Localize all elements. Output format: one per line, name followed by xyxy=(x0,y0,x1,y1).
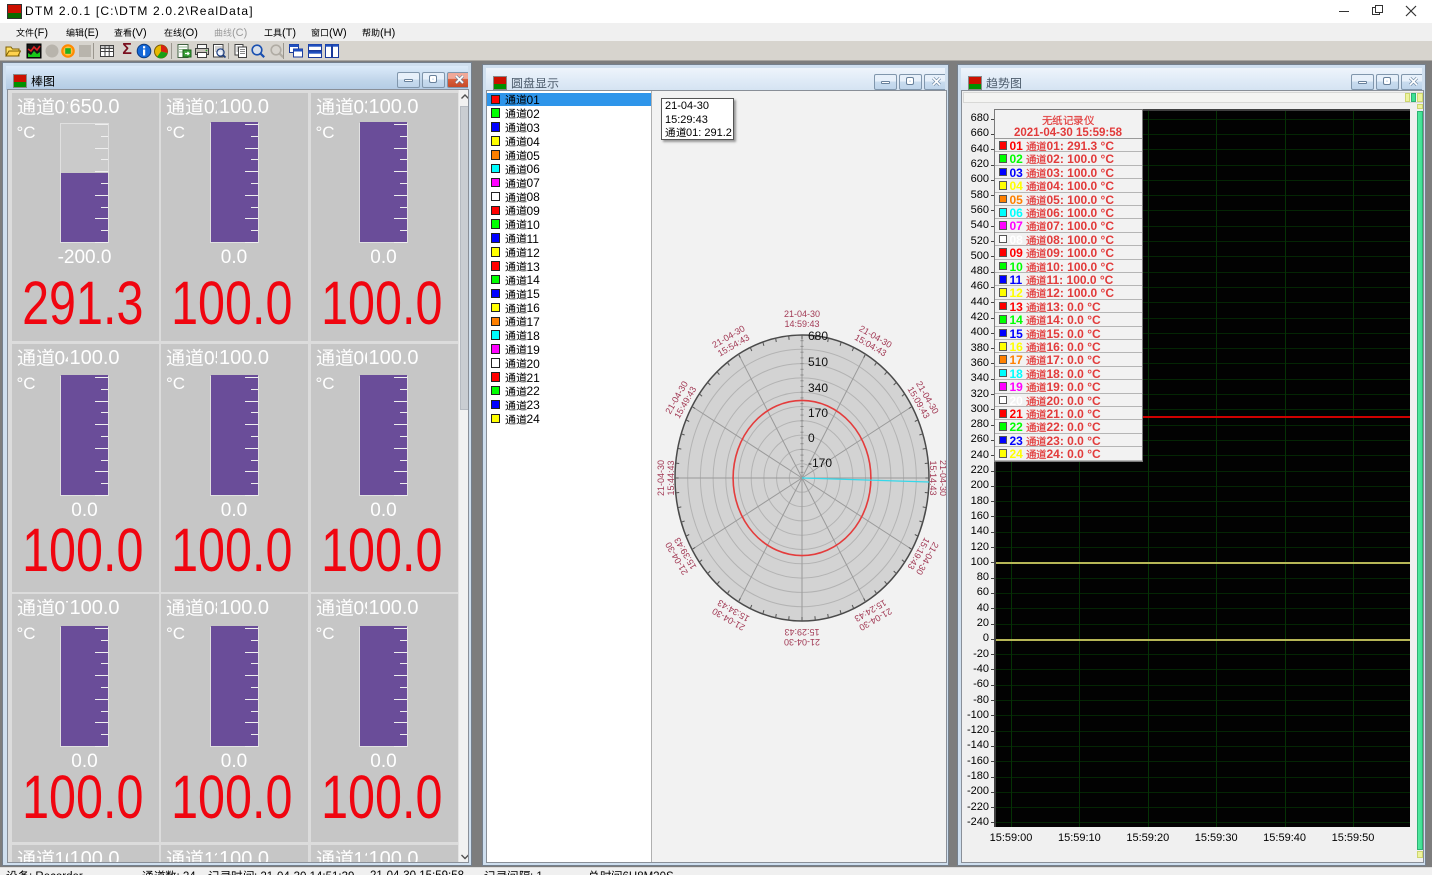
svg-text:-170: -170 xyxy=(808,456,832,470)
svg-text:170: 170 xyxy=(808,406,828,420)
svg-text:340: 340 xyxy=(808,381,828,395)
svg-text:680: 680 xyxy=(808,329,828,343)
svg-text:510: 510 xyxy=(808,355,828,369)
svg-text:0: 0 xyxy=(808,431,815,445)
